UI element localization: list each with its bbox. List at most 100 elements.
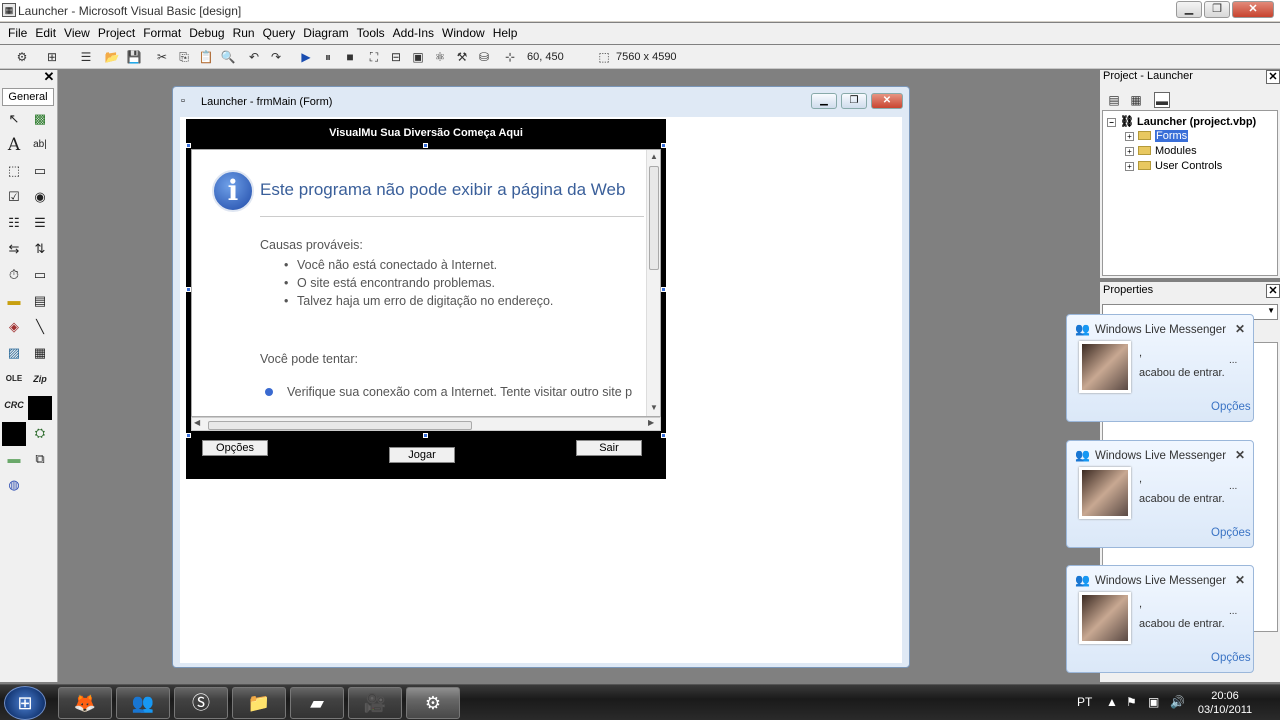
dirlistbox-icon[interactable]: ▬ (3, 290, 25, 312)
cut-icon[interactable]: ✂ (154, 49, 170, 65)
tree-item-modules[interactable]: + Modules (1125, 145, 1197, 157)
form-close-button[interactable]: ✕ (871, 93, 903, 109)
dropdown-arrow-icon[interactable]: ▼ (1267, 306, 1275, 315)
add-form-icon[interactable]: ⊞ (44, 49, 60, 65)
data-view-icon[interactable]: ⛁ (476, 49, 492, 65)
skype-taskbar-icon[interactable]: Ⓢ (174, 687, 228, 719)
horizontal-scroll-thumb[interactable] (208, 421, 472, 430)
inet-icon[interactable]: ⛭ (29, 422, 51, 444)
properties-window-icon[interactable]: ⊟ (388, 49, 404, 65)
avatar[interactable] (1079, 341, 1131, 393)
menu-editor-icon[interactable]: ☰ (78, 49, 94, 65)
line-icon[interactable]: ╲ (29, 316, 51, 338)
form-restore-button[interactable]: ❐ (841, 93, 867, 109)
scroll-up-icon[interactable]: ▲ (648, 151, 660, 163)
toolbox-tab-general[interactable]: General (2, 88, 54, 106)
hscrollbar-icon[interactable]: ⇆ (3, 238, 25, 260)
properties-close-icon[interactable]: ✕ (1266, 284, 1280, 298)
show-hidden-icons-icon[interactable]: ▲ (1106, 695, 1118, 709)
action-center-icon[interactable]: ⚑ (1126, 695, 1137, 709)
crc-icon[interactable]: CRC (3, 394, 25, 416)
menu-tools[interactable]: Tools (353, 23, 389, 44)
redo-icon[interactable]: ↷ (268, 49, 284, 65)
filelistbox-icon[interactable]: ▤ (29, 290, 51, 312)
menu-edit[interactable]: Edit (31, 23, 60, 44)
resize-handle[interactable] (661, 433, 666, 438)
form-layout-icon[interactable]: ▣ (410, 49, 426, 65)
resize-handle[interactable] (423, 143, 428, 148)
vscrollbar-icon[interactable]: ⇅ (29, 238, 51, 260)
vb-taskbar-icon[interactable]: ⚙ (406, 687, 460, 719)
expand-icon[interactable]: + (1125, 162, 1134, 171)
menu-view[interactable]: View (60, 23, 94, 44)
browser-vertical-scrollbar[interactable]: ▲ ▼ (646, 150, 660, 416)
commandbutton-icon[interactable]: ▭ (29, 160, 51, 182)
view-code-icon[interactable]: ▤ (1106, 92, 1122, 108)
firefox-taskbar-icon[interactable]: 🦊 (58, 687, 112, 719)
volume-icon[interactable]: 🔊 (1170, 695, 1185, 709)
close-icon[interactable]: ✕ (1235, 448, 1245, 462)
find-icon[interactable]: 🔍 (220, 49, 236, 65)
checkbox-icon[interactable]: ☑ (3, 186, 25, 208)
avatar[interactable] (1079, 467, 1131, 519)
network-tray-icon[interactable]: ▣ (1148, 695, 1159, 709)
explorer-taskbar-icon[interactable]: 📁 (232, 687, 286, 719)
minimize-button[interactable]: ▁ (1176, 1, 1202, 18)
custom-control-black2-icon[interactable] (2, 422, 26, 446)
avatar[interactable] (1079, 592, 1131, 644)
listbox-icon[interactable]: ☰ (29, 212, 51, 234)
options-button[interactable]: Opções (202, 440, 268, 456)
winsock-icon[interactable]: ▬ (3, 448, 25, 470)
project-explorer-icon[interactable]: ⛶ (366, 49, 382, 65)
combobox-icon[interactable]: ☷ (3, 212, 25, 234)
tree-item-user-controls[interactable]: + User Controls (1125, 160, 1222, 172)
vertical-scroll-thumb[interactable] (649, 166, 659, 270)
form-minimize-button[interactable]: ▁ (811, 93, 837, 109)
optionbutton-icon[interactable]: ◉ (29, 186, 51, 208)
timer-icon[interactable]: ⏱ (3, 264, 25, 286)
messenger-notification[interactable]: 👥 Windows Live Messenger ✕ , ... acabou … (1066, 440, 1254, 548)
menu-run[interactable]: Run (229, 23, 259, 44)
network-icon[interactable]: ⧉ (29, 448, 51, 470)
project-close-icon[interactable]: ✕ (1266, 70, 1280, 84)
shape-icon[interactable]: ◈ (3, 316, 25, 338)
drivelistbox-icon[interactable]: ▭ (29, 264, 51, 286)
close-icon[interactable]: ✕ (1235, 573, 1245, 587)
messenger-notification[interactable]: 👥 Windows Live Messenger ✕ , ... acabou … (1066, 565, 1254, 673)
resize-handle[interactable] (661, 143, 666, 148)
menu-debug[interactable]: Debug (185, 23, 228, 44)
menu-format[interactable]: Format (139, 23, 185, 44)
options-link[interactable]: Opções (1211, 401, 1251, 413)
expand-icon[interactable]: + (1125, 132, 1134, 141)
scroll-right-icon[interactable]: ▶ (648, 418, 654, 427)
scroll-down-icon[interactable]: ▼ (648, 402, 660, 414)
menu-project[interactable]: Project (94, 23, 139, 44)
zip-icon[interactable]: Zip (29, 368, 51, 390)
expand-icon[interactable]: + (1125, 147, 1134, 156)
form-design-surface[interactable]: VisualMu Sua Diversão Começa Aqui i Este… (180, 117, 902, 663)
resize-handle[interactable] (186, 287, 191, 292)
resize-handle[interactable] (423, 433, 428, 438)
custom-control-black-icon[interactable] (28, 396, 52, 420)
scroll-left-icon[interactable]: ◀ (194, 418, 200, 427)
browser-horizontal-scrollbar-track[interactable]: ◀ ▶ (191, 417, 661, 431)
close-icon[interactable]: ✕ (1235, 322, 1245, 336)
menu-file[interactable]: File (4, 23, 31, 44)
collapse-icon[interactable]: − (1107, 118, 1116, 127)
break-icon[interactable]: ⏸ (320, 49, 336, 65)
globe-icon[interactable]: ◍ (3, 474, 25, 496)
play-button[interactable]: Jogar (389, 447, 455, 463)
pointer-icon[interactable]: ↖ (3, 108, 25, 130)
data-control-icon[interactable]: ▦ (29, 342, 51, 364)
open-icon[interactable]: 📂 (104, 49, 120, 65)
options-link[interactable]: Opções (1211, 527, 1251, 539)
paste-icon[interactable]: 📋 (198, 49, 214, 65)
messenger-notification[interactable]: 👥 Windows Live Messenger ✕ , ... acabou … (1066, 314, 1254, 422)
toolbox-icon[interactable]: ⚒ (454, 49, 470, 65)
menu-add-ins[interactable]: Add-Ins (389, 23, 438, 44)
notes-taskbar-icon[interactable]: ▰ (290, 687, 344, 719)
language-indicator[interactable]: PT (1077, 695, 1092, 709)
image-icon[interactable]: ▨ (3, 342, 25, 364)
start-button[interactable]: ⊞ (4, 686, 46, 720)
copy-icon[interactable]: ⎘ (176, 49, 192, 65)
